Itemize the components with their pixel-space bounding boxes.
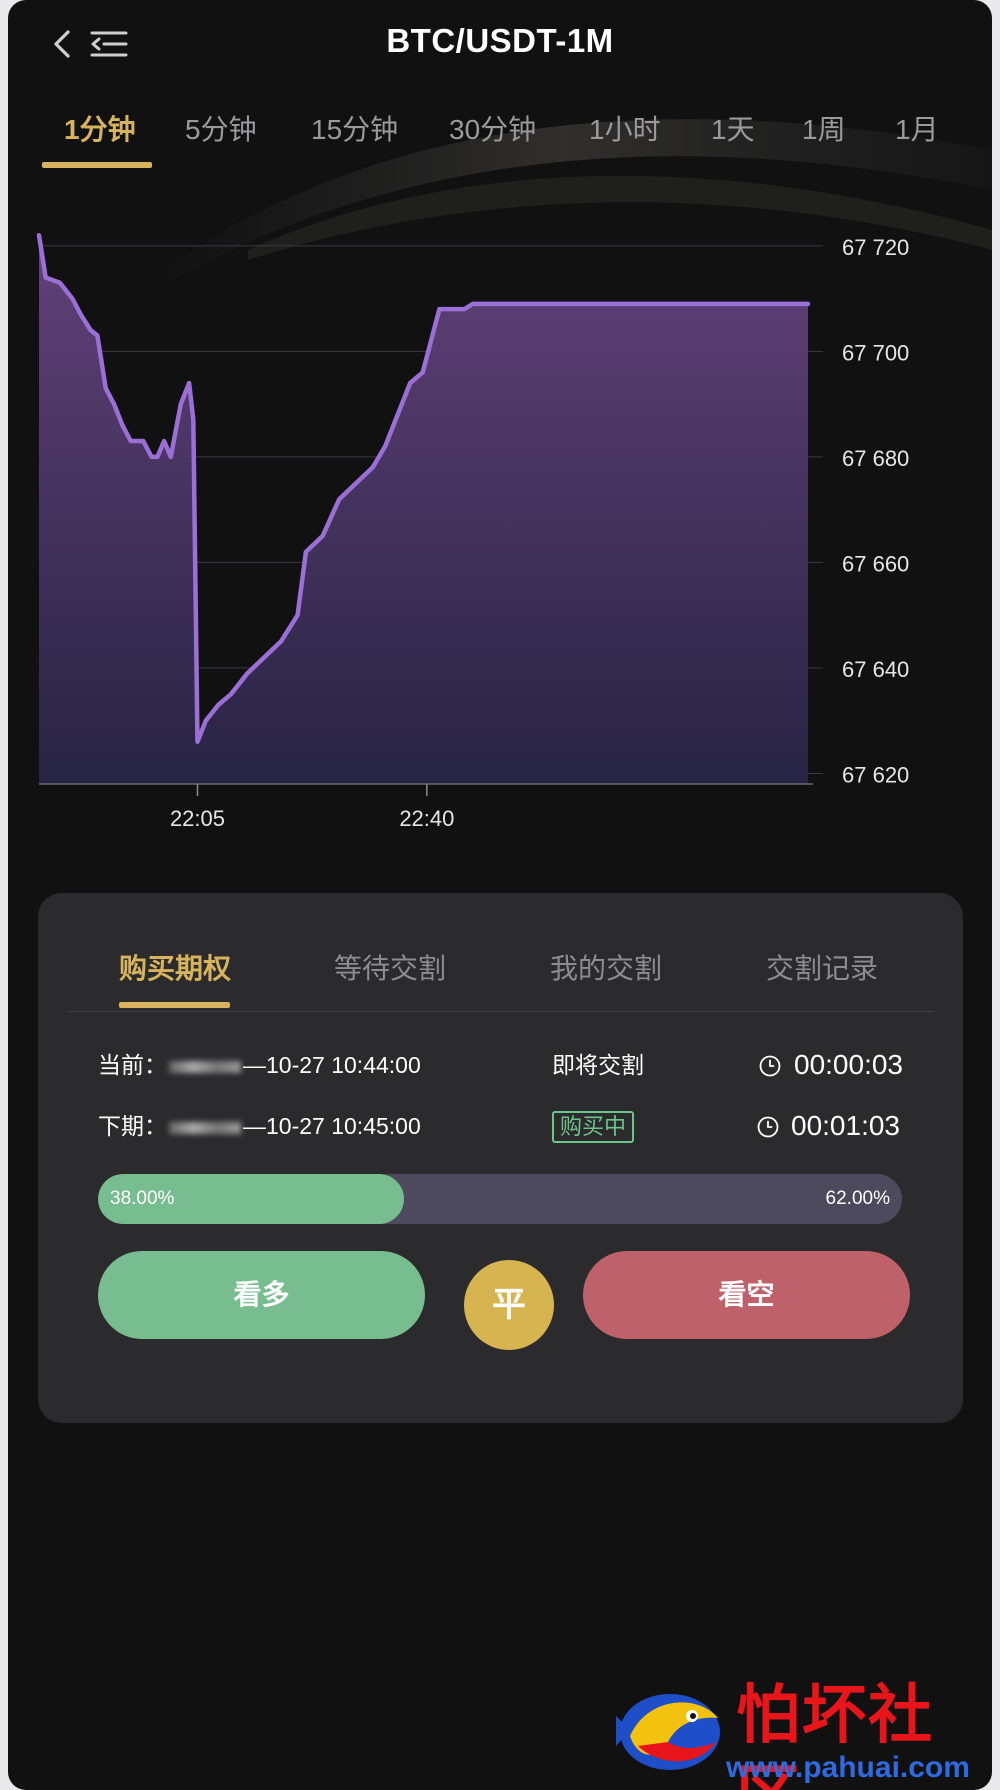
clock-icon: [759, 1055, 781, 1077]
x-tick-label: 22:40: [399, 806, 454, 831]
next-period-label: 下期：: [98, 1113, 167, 1139]
tab-pending-delivery[interactable]: 等待交割: [334, 949, 446, 989]
current-countdown: 00:00:03: [794, 1049, 903, 1080]
tab-delivery-history[interactable]: 交割记录: [766, 949, 878, 989]
interval-tabs: 1分钟 5分钟 15分钟 30分钟 1小时 1天 1周 1月: [8, 96, 992, 172]
tab-1week[interactable]: 1周: [802, 110, 846, 150]
tab-my-delivery[interactable]: 我的交割: [550, 949, 662, 989]
current-period-time: —10-27 10:44:00: [243, 1052, 421, 1078]
next-period-time: —10-27 10:45:00: [243, 1113, 421, 1139]
price-chart[interactable]: 67 720 67 700 67 680 67 660 67 640 67 620 22:0…: [8, 190, 992, 850]
tab-1min[interactable]: 1分钟: [64, 110, 136, 150]
next-countdown: 00:01:03: [791, 1110, 900, 1141]
page-title: BTC/USDT-1M: [386, 22, 614, 59]
y-tick-label: 67 640: [842, 657, 909, 682]
panel-tab-indicator: [119, 1002, 230, 1008]
long-short-ratio-bar: 38.00% 62.00%: [98, 1174, 902, 1224]
redacted-year: [169, 1121, 241, 1134]
options-panel: 购买期权 等待交割 我的交割 交割记录 当前： —10-27 10:44:00 即…: [38, 893, 963, 1423]
active-tab-indicator: [42, 162, 152, 168]
tab-1hour[interactable]: 1小时: [589, 110, 661, 150]
y-tick-label: 67 700: [842, 340, 909, 365]
long-ratio-label: 38.00%: [110, 1188, 175, 1209]
watermark: 怕坏社区 www.pahuai.com: [608, 1676, 988, 1790]
current-period: 当前： —10-27 10:44:00: [98, 1048, 421, 1082]
panel-divider: [68, 1011, 933, 1012]
price-area: [39, 235, 808, 784]
status-badge: 购买中: [552, 1111, 635, 1143]
tab-1month[interactable]: 1月: [895, 110, 939, 150]
app-screen: BTC/USDT-1M 1分钟 5分钟 15分钟 30分钟 1小时 1天 1周 …: [8, 0, 992, 1790]
fish-logo-icon: [616, 1694, 720, 1770]
next-period: 下期： —10-27 10:45:00: [98, 1109, 421, 1143]
tab-buy-options[interactable]: 购买期权: [119, 949, 231, 989]
tab-15min[interactable]: 15分钟: [311, 110, 398, 150]
buy-short-button[interactable]: 看空: [583, 1251, 910, 1339]
x-tick-label: 22:05: [170, 806, 225, 831]
buy-long-button[interactable]: 看多: [98, 1251, 425, 1339]
clock-icon: [757, 1116, 779, 1138]
watermark-url: www.pahuai.com: [726, 1751, 970, 1784]
top-bar: BTC/USDT-1M: [8, 0, 992, 86]
y-tick-label: 67 620: [842, 762, 909, 787]
tab-5min[interactable]: 5分钟: [185, 110, 257, 150]
flat-button[interactable]: 平: [464, 1260, 554, 1350]
y-tick-label: 67 660: [842, 551, 909, 576]
current-period-label: 当前：: [98, 1052, 167, 1078]
redacted-year: [169, 1060, 241, 1073]
current-status: 即将交割: [552, 1052, 644, 1078]
short-ratio-label: 62.00%: [825, 1188, 890, 1209]
y-tick-label: 67 720: [842, 235, 909, 260]
tab-30min[interactable]: 30分钟: [449, 110, 536, 150]
y-tick-label: 67 680: [842, 446, 909, 471]
tab-1day[interactable]: 1天: [711, 110, 755, 150]
